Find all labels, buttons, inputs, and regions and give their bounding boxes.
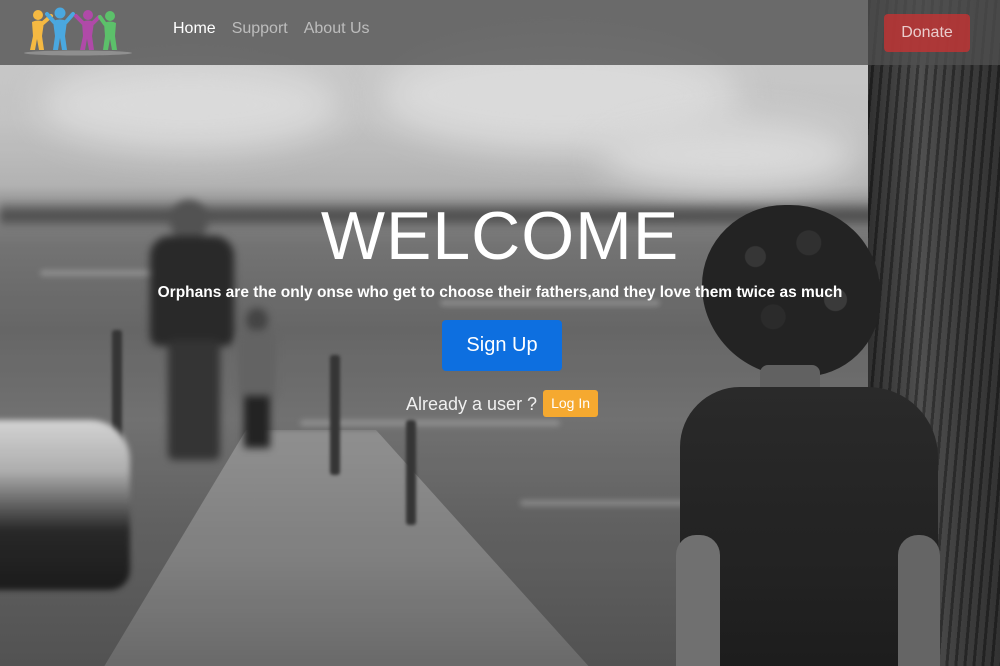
- login-row: Already a user ? Log In: [406, 390, 599, 417]
- donate-button[interactable]: Donate: [884, 14, 970, 52]
- log-in-button[interactable]: Log In: [543, 390, 599, 417]
- nav-link-home[interactable]: Home: [173, 20, 216, 38]
- nav-links: Home Support About Us: [173, 20, 370, 38]
- nav-link-about-us[interactable]: About Us: [304, 20, 370, 38]
- sign-up-button[interactable]: Sign Up: [442, 320, 562, 371]
- navbar: Home Support About Us Donate: [0, 0, 1000, 65]
- login-prompt: Already a user ?: [406, 393, 538, 414]
- nav-link-support[interactable]: Support: [232, 20, 288, 38]
- hero-title: WELCOME: [320, 198, 680, 274]
- hero-subtitle: Orphans are the only onse who get to cho…: [157, 284, 843, 301]
- page: Home Support About Us Donate WELCOME Orp…: [0, 0, 1000, 666]
- family-logo-icon[interactable]: [22, 6, 134, 56]
